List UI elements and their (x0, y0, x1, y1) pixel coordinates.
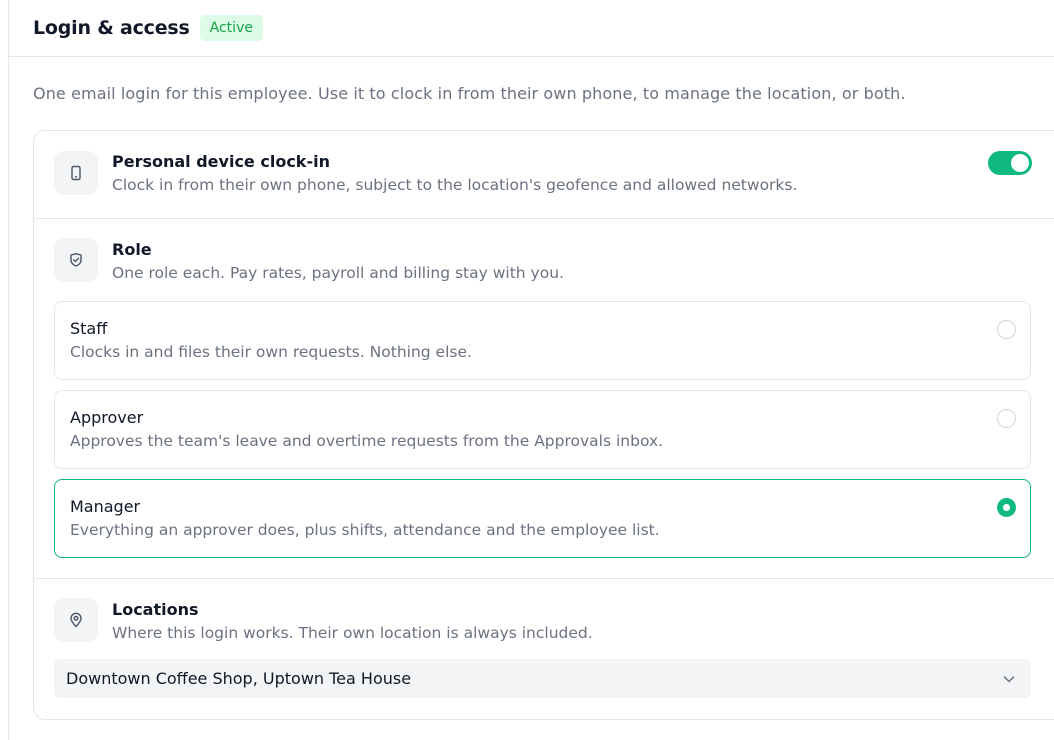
role-option-title: Approver (70, 408, 144, 427)
role-title: Role (112, 240, 152, 259)
intro-text: One email login for this employee. Use i… (33, 84, 906, 103)
phone-icon (54, 151, 98, 195)
role-option-title: Staff (70, 319, 108, 338)
device-clock-in-toggle[interactable] (988, 151, 1032, 175)
chevron-down-icon (1003, 676, 1015, 683)
settings-card: Personal device clock-in Clock in from t… (33, 130, 1054, 720)
role-description: One role each. Pay rates, payroll and bi… (112, 264, 564, 282)
role-option-description: Approves the team's leave and overtime r… (70, 432, 664, 450)
role-option-staff[interactable]: Staff Clocks in and files their own requ… (54, 301, 1031, 380)
page-title: Login & access (33, 17, 190, 39)
role-option-title: Manager (70, 497, 141, 516)
role-radio-approver[interactable] (997, 409, 1016, 428)
panel-header: Login & access Active (9, 0, 1054, 57)
status-badge: Active (199, 15, 263, 41)
locations-section: Locations Where this login works. Their … (34, 579, 1054, 721)
map-pin-icon (54, 598, 98, 642)
device-clock-in-title: Personal device clock-in (112, 152, 330, 171)
role-radio-staff[interactable] (997, 320, 1016, 339)
role-radio-manager[interactable] (997, 498, 1016, 517)
toggle-knob (1011, 154, 1029, 172)
locations-selected-value: Downtown Coffee Shop, Uptown Tea House (66, 669, 412, 688)
locations-title: Locations (112, 600, 199, 619)
login-access-panel: Login & access Active One email login fo… (8, 0, 1054, 740)
role-option-description: Clocks in and files their own requests. … (70, 343, 472, 361)
locations-select[interactable]: Downtown Coffee Shop, Uptown Tea House (54, 659, 1031, 698)
role-option-description: Everything an approver does, plus shifts… (70, 521, 660, 539)
role-option-manager[interactable]: Manager Everything an approver does, plu… (54, 479, 1031, 558)
role-option-approver[interactable]: Approver Approves the team's leave and o… (54, 390, 1031, 469)
device-clock-in-section: Personal device clock-in Clock in from t… (34, 131, 1054, 219)
device-clock-in-description: Clock in from their own phone, subject t… (112, 176, 798, 194)
shield-check-icon (54, 238, 98, 282)
locations-description: Where this login works. Their own locati… (112, 624, 593, 642)
role-section: Role One role each. Pay rates, payroll a… (34, 219, 1054, 579)
